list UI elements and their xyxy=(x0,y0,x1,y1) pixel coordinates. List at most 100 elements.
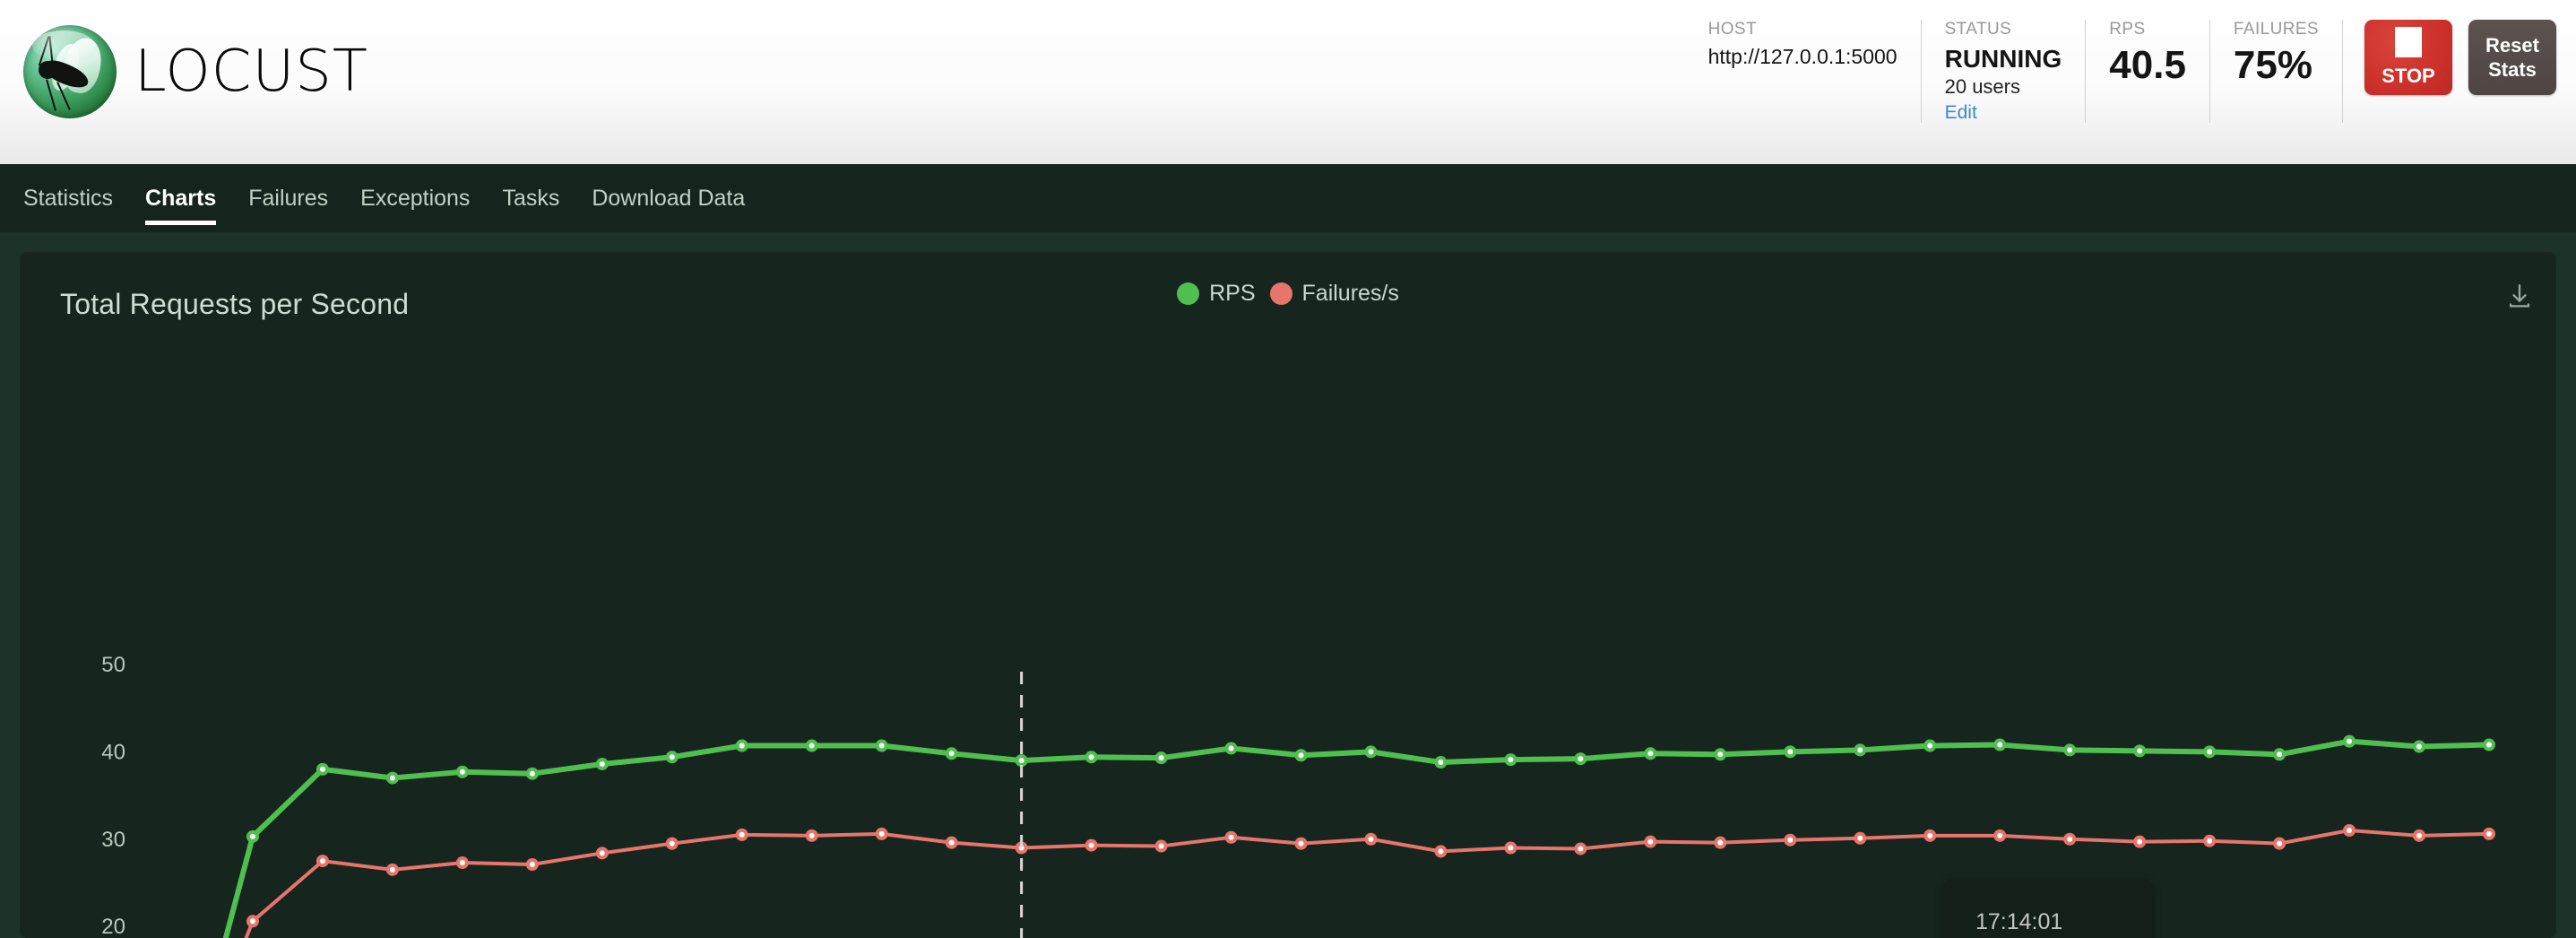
chart-plot-area[interactable]: 0102030405017:13:3617:13:4017:13:4417:13… xyxy=(20,252,2556,938)
y-axis-tick-label: 20 xyxy=(101,915,125,938)
data-point-center xyxy=(459,860,465,866)
status-value: RUNNING xyxy=(1944,45,2062,73)
y-axis-tick-label: 40 xyxy=(101,740,125,764)
data-point-center xyxy=(2486,742,2492,748)
rps-value: 40.5 xyxy=(2109,43,2186,87)
tooltip-time: 17:14:01 xyxy=(1975,909,2063,934)
reset-stats-button[interactable]: Reset Stats xyxy=(2468,20,2556,95)
data-point-center xyxy=(1438,848,1444,855)
data-point-center xyxy=(1717,751,1724,758)
data-point-center xyxy=(1787,749,1794,755)
header-stats: HOST http://127.0.0.1:5000 STATUS RUNNIN… xyxy=(1685,20,2556,123)
data-point-center xyxy=(1508,757,1514,763)
data-point-center xyxy=(878,743,885,749)
failures-value: 75% xyxy=(2233,43,2312,87)
data-point-center xyxy=(2207,838,2213,844)
stat-rps: RPS 40.5 xyxy=(2085,20,2209,123)
data-point-center xyxy=(1438,760,1444,766)
main-nav: Statistics Charts Failures Exceptions Ta… xyxy=(0,164,2576,232)
data-point-center xyxy=(249,833,255,839)
tab-tasks[interactable]: Tasks xyxy=(502,164,559,232)
failures-label: FAILURES xyxy=(2233,20,2319,39)
data-point-center xyxy=(2137,838,2143,845)
data-point-center xyxy=(319,858,325,864)
data-point-center xyxy=(1927,743,1933,749)
stat-host: HOST http://127.0.0.1:5000 xyxy=(1685,20,1921,123)
data-point-center xyxy=(599,760,605,767)
data-point-center xyxy=(1158,843,1164,849)
data-point-center xyxy=(1228,834,1234,840)
data-point-center xyxy=(1997,832,2003,838)
data-point-center xyxy=(1857,835,1863,841)
reset-label-line2: Stats xyxy=(2488,58,2537,81)
status-users: 20 users xyxy=(1944,75,2020,99)
data-point-center xyxy=(1088,754,1094,760)
data-point-center xyxy=(1018,758,1024,764)
data-point-center xyxy=(1997,742,2003,748)
data-point-center xyxy=(2416,743,2423,750)
tab-charts[interactable]: Charts xyxy=(145,164,217,232)
data-point-center xyxy=(2067,747,2073,753)
host-label: HOST xyxy=(1707,20,1757,39)
data-point-center xyxy=(1647,751,1654,757)
data-point-center xyxy=(948,751,955,757)
data-point-center xyxy=(459,769,465,775)
data-point-center xyxy=(319,766,325,772)
brand-name: LOCUST xyxy=(134,39,368,105)
data-point-center xyxy=(249,918,255,925)
data-point-center xyxy=(808,743,815,749)
data-point-center xyxy=(2416,832,2423,838)
data-point-center xyxy=(1158,755,1164,761)
data-point-center xyxy=(1787,837,1794,843)
data-point-center xyxy=(669,840,675,847)
y-axis-tick-label: 30 xyxy=(101,828,125,852)
data-point-center xyxy=(2347,828,2353,834)
stop-button-label: STOP xyxy=(2382,65,2435,87)
stop-square-icon xyxy=(2395,27,2422,57)
data-point-center xyxy=(1508,845,1514,851)
data-point-center xyxy=(948,839,955,846)
tab-statistics[interactable]: Statistics xyxy=(23,164,113,232)
data-point-center xyxy=(1647,838,1654,845)
data-point-center xyxy=(599,850,605,856)
y-axis-tick-label: 50 xyxy=(101,653,125,677)
data-point-center xyxy=(389,866,395,873)
rps-label: RPS xyxy=(2109,20,2146,39)
data-point-center xyxy=(1717,839,1724,846)
tab-failures[interactable]: Failures xyxy=(248,164,328,232)
brand-logo: LOCUST xyxy=(23,25,368,118)
chart-tooltip: 17:14:01 RPS: 38.8 Failures/s: 28.8 User… xyxy=(1944,880,2152,938)
charts-panel: Total Requests per Second RPS Failures/s… xyxy=(0,232,2576,938)
status-label: STATUS xyxy=(1944,20,2012,39)
data-point-center xyxy=(878,830,885,837)
host-value: http://127.0.0.1:5000 xyxy=(1707,45,1897,68)
data-point-center xyxy=(1298,840,1304,847)
rps-chart-card: Total Requests per Second RPS Failures/s… xyxy=(20,252,2556,938)
header-actions: STOP Reset Stats xyxy=(2342,20,2556,123)
data-point-center xyxy=(529,770,535,777)
data-point-center xyxy=(1088,842,1094,848)
reset-label-line1: Reset xyxy=(2485,33,2539,56)
data-point-center xyxy=(669,754,675,760)
edit-link[interactable]: Edit xyxy=(1945,102,2062,124)
stop-button[interactable]: STOP xyxy=(2364,20,2452,95)
data-point-center xyxy=(1298,752,1304,759)
data-point-center xyxy=(1927,832,1933,838)
tab-download-data[interactable]: Download Data xyxy=(592,164,745,232)
tab-exceptions[interactable]: Exceptions xyxy=(360,164,470,232)
data-point-center xyxy=(389,775,395,781)
data-point-center xyxy=(2347,738,2353,744)
app-header: LOCUST HOST http://127.0.0.1:5000 STATUS… xyxy=(0,0,2576,164)
locust-logo-icon xyxy=(23,25,117,118)
data-point-center xyxy=(1857,747,1863,753)
data-point-center xyxy=(2067,836,2073,842)
data-point-center xyxy=(2486,830,2492,837)
data-point-center xyxy=(529,861,535,867)
stat-failures: FAILURES 75% xyxy=(2209,20,2342,123)
data-point-center xyxy=(2277,751,2283,758)
data-point-center xyxy=(1368,749,1374,755)
data-point-center xyxy=(739,743,745,749)
data-point-center xyxy=(2137,748,2143,754)
data-point-center xyxy=(2277,840,2283,847)
data-point-center xyxy=(739,831,745,838)
